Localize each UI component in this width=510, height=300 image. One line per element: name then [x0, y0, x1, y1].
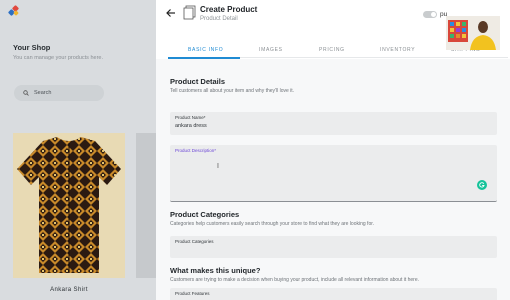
- tab-inventory[interactable]: INVENTORY: [380, 47, 415, 53]
- product-features-label: Product Features: [175, 291, 210, 296]
- section-title-categories: Product Categories: [170, 210, 240, 219]
- section-desc-details: Tell customers all about your item and w…: [170, 88, 295, 94]
- search-icon: [23, 90, 29, 96]
- product-categories-field[interactable]: Product Categories: [170, 236, 497, 258]
- product-card-image[interactable]: [13, 133, 125, 278]
- product-categories-label: Product Categories: [175, 239, 214, 244]
- section-title-details: Product Details: [170, 77, 226, 86]
- section-desc-unique: Customers are trying to make a decision …: [170, 277, 420, 283]
- back-arrow-icon[interactable]: [165, 7, 177, 19]
- modal-title: Create Product: [200, 5, 258, 14]
- toggle-knob: [431, 12, 436, 17]
- product-features-field[interactable]: Product Features: [170, 288, 497, 300]
- grammarly-icon[interactable]: [477, 180, 487, 190]
- form-content: Product Details Tell customers all about…: [156, 59, 510, 300]
- product-name-field[interactable]: Product Name* ankara dress: [170, 112, 497, 135]
- modal-subtitle: Product Detail: [200, 16, 238, 22]
- product-description-label: Product Description*: [175, 148, 217, 153]
- tab-basic-info[interactable]: BASIC INFO: [188, 47, 223, 53]
- section-desc-categories: Categories help customers easily search …: [170, 221, 374, 227]
- product-doc-icon: [183, 5, 196, 20]
- search-label: Search: [34, 89, 52, 96]
- grammarly-glyph: [479, 182, 485, 188]
- product-card-partial[interactable]: [136, 133, 156, 278]
- product-name-label: Product Name*: [175, 115, 206, 120]
- webcam-overlay: [446, 16, 500, 50]
- shop-search-input[interactable]: Search: [14, 85, 104, 101]
- webcam-person-image: [446, 16, 500, 50]
- product-name-value[interactable]: ankara dress: [175, 123, 207, 129]
- tab-pricing[interactable]: PRICING: [319, 47, 345, 53]
- shop-subtitle: You can manage your products here.: [13, 55, 103, 61]
- publish-toggle[interactable]: [423, 11, 437, 18]
- section-title-unique: What makes this unique?: [170, 266, 261, 275]
- product-description-field[interactable]: Product Description* I: [170, 145, 497, 202]
- shop-title: Your Shop: [13, 43, 51, 52]
- shirt-image: [13, 133, 125, 278]
- product-name: Ankara Shirt: [50, 287, 88, 293]
- text-cursor-icon: I: [217, 163, 219, 170]
- tab-images[interactable]: IMAGES: [259, 47, 283, 53]
- app-logo-icon: [8, 5, 19, 16]
